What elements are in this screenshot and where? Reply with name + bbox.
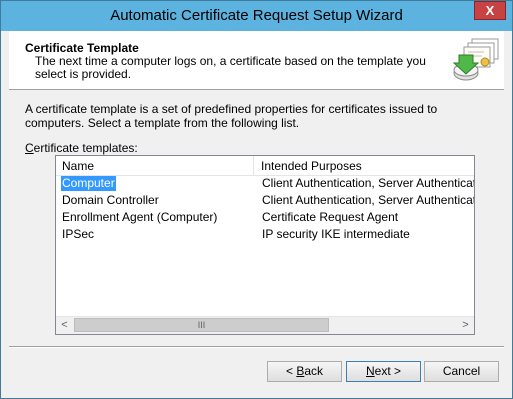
list-header: Name Intended Purposes [56,156,474,176]
wizard-header: Certificate Template The next time a com… [9,31,504,90]
wizard-window: Automatic Certificate Request Setup Wiza… [0,0,513,399]
certificate-stack-icon [452,38,499,81]
footer-divider [9,346,504,348]
row-name: Enrollment Agent (Computer) [62,210,218,224]
title-bar[interactable]: Automatic Certificate Request Setup Wiza… [1,1,512,31]
wizard-client: Certificate Template The next time a com… [9,31,504,390]
column-header-intended-purposes[interactable]: Intended Purposes [261,159,362,173]
certificate-templates-list[interactable]: Name Intended Purposes Computer Client A… [55,155,475,335]
list-row-enrollment-agent[interactable]: Enrollment Agent (Computer) Certificate … [56,209,474,226]
scroll-right-button[interactable]: > [457,317,474,334]
window-title: Automatic Certificate Request Setup Wiza… [110,7,403,24]
intro-text: A certificate template is a set of prede… [25,102,438,130]
page-description: The next time a computer logs on, a cert… [35,54,426,81]
row-purposes: IP security IKE intermediate [262,227,410,241]
scrollbar-thumb[interactable]: III [74,318,329,332]
column-header-name[interactable]: Name [62,159,94,173]
list-row-domain-controller[interactable]: Domain Controller Client Authentication,… [56,192,474,209]
list-row-ipsec[interactable]: IPSec IP security IKE intermediate [56,226,474,243]
column-divider[interactable] [253,156,254,175]
scroll-left-button[interactable]: < [56,317,73,334]
next-button[interactable]: Next > [346,361,421,382]
row-name: IPSec [62,227,95,241]
cancel-button[interactable]: Cancel [424,361,499,382]
row-purposes: Certificate Request Agent [262,210,399,224]
close-button[interactable]: X [474,1,506,20]
row-name: Computer [61,176,116,191]
page-title: Certificate Template [25,41,139,55]
back-button[interactable]: < Back [267,361,342,382]
row-purposes: Client Authentication, Server Authentica… [262,176,475,190]
row-purposes: Client Authentication, Server Authentica… [262,193,475,207]
row-name: Domain Controller [62,193,159,207]
certificate-templates-label: Certificate templates: [25,141,138,155]
horizontal-scrollbar[interactable]: < III > [56,316,474,334]
list-row-computer[interactable]: Computer Client Authentication, Server A… [56,175,474,192]
